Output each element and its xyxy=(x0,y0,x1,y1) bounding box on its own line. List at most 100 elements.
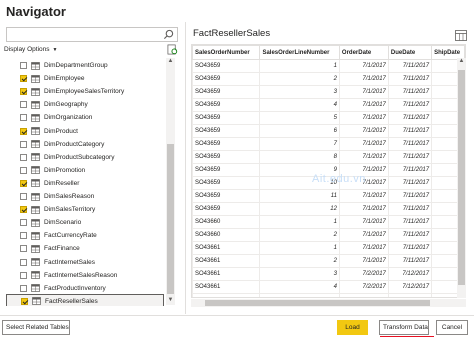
table-checkbox[interactable] xyxy=(20,258,27,266)
table-cell: SO43659 xyxy=(192,85,261,99)
table-cell: 1 xyxy=(259,59,340,73)
table-icon xyxy=(31,192,40,201)
table-icon xyxy=(31,140,40,148)
grid-hscroll-thumb[interactable] xyxy=(205,300,430,306)
table-checkbox[interactable] xyxy=(20,62,27,69)
table-checkbox[interactable] xyxy=(20,166,27,174)
scroll-up-arrow-icon[interactable]: ▲ xyxy=(457,58,466,64)
table-row: SO4366147/2/20177/12/20177/ xyxy=(192,280,465,294)
cancel-button[interactable]: Cancel xyxy=(436,320,468,335)
table-checkbox[interactable] xyxy=(20,179,27,187)
tree-item-label: DimDepartmentGroup xyxy=(44,62,108,69)
tree-item-label: DimOrganization xyxy=(44,114,93,122)
table-cell: SO43660 xyxy=(192,228,261,242)
tree-item-label: FactInternetSales xyxy=(44,258,95,266)
table-checkbox[interactable] xyxy=(20,206,27,214)
table-icon xyxy=(31,166,40,175)
tree-item-label: FactFinance xyxy=(44,245,80,253)
table-row: SO4366127/1/20177/11/20177/ xyxy=(192,254,465,268)
highlight-underline xyxy=(380,336,434,337)
table-cell: 7/1/2017 xyxy=(338,189,389,203)
table-row: SO4366027/1/20177/11/20177/ xyxy=(192,228,465,242)
grid-vscroll-thumb[interactable] xyxy=(458,70,465,285)
table-cell: SO43661 xyxy=(192,280,261,294)
table-cell: 12 xyxy=(259,202,340,216)
table-cell: 7/11/2017 xyxy=(387,189,433,203)
table-row: SO4366017/1/20177/11/20177/ xyxy=(192,215,465,229)
tree-item-label: FactInternetSalesReason xyxy=(44,271,118,279)
select-related-tables-button[interactable]: Select Related Tables xyxy=(2,320,70,335)
watermark: Ait.edu.vn xyxy=(312,173,366,185)
table-cell: SO43659 xyxy=(192,202,261,216)
table-checkbox[interactable] xyxy=(21,297,28,305)
tree-item-label: DimProductCategory xyxy=(44,140,105,148)
table-checkbox[interactable] xyxy=(20,153,27,161)
table-checkbox[interactable] xyxy=(20,88,27,96)
display-options-dropdown[interactable]: Display Options ▼ xyxy=(4,46,57,53)
search-input[interactable] xyxy=(6,27,178,42)
table-cell: 4 xyxy=(259,98,340,112)
table-checkbox[interactable] xyxy=(20,127,27,135)
scroll-down-arrow-icon[interactable]: ▼ xyxy=(166,297,175,303)
table-cell: 7/2/2017 xyxy=(338,293,389,297)
search-icon[interactable] xyxy=(163,29,174,40)
table-checkbox[interactable] xyxy=(20,245,27,253)
table-cell: 7/1/2017 xyxy=(338,124,389,138)
table-cell: 7/11/2017 xyxy=(387,150,433,164)
scroll-up-arrow-icon[interactable]: ▲ xyxy=(166,58,175,64)
table-checkbox[interactable] xyxy=(20,219,27,227)
table-cell: 1 xyxy=(259,241,340,255)
tree-item-label: DimProductSubcategory xyxy=(44,153,115,161)
table-cell: SO43659 xyxy=(192,72,261,86)
table-cell: SO43661 xyxy=(192,241,261,255)
table-cell: 7/11/2017 xyxy=(387,215,433,229)
table-checkbox[interactable] xyxy=(20,101,27,109)
tree-scrollbar[interactable]: ▲ ▼ xyxy=(166,58,175,305)
table-cell: 7/11/2017 xyxy=(387,202,433,216)
column-header[interactable]: DueDate xyxy=(387,45,433,60)
table-row: SO4366117/1/20177/11/20177/ xyxy=(192,241,465,255)
column-header[interactable]: SalesOrderNumber xyxy=(192,45,261,60)
table-cell: 7/11/2017 xyxy=(387,176,433,190)
table-icon xyxy=(32,297,41,306)
tree-scroll-thumb[interactable] xyxy=(167,144,174,294)
table-cell: 7 xyxy=(259,137,340,151)
tree-item[interactable]: FactResellerSales xyxy=(6,293,164,306)
table-checkbox[interactable] xyxy=(20,140,27,148)
table-cell: 2 xyxy=(259,228,340,242)
table-row: SO4365927/1/20177/11/20177/ xyxy=(192,72,465,86)
table-checkbox[interactable] xyxy=(20,75,27,83)
table-checkbox[interactable] xyxy=(20,232,27,240)
tree-item-label: FactResellerSales xyxy=(45,297,98,305)
table-row: SO4365987/1/20177/11/20177/ xyxy=(192,150,465,164)
table-cell: 7/1/2017 xyxy=(338,85,389,99)
transform-data-button[interactable]: Transform Data xyxy=(379,320,429,335)
table-cell: 7/11/2017 xyxy=(387,124,433,138)
table-icon xyxy=(31,87,40,96)
table-checkbox[interactable] xyxy=(20,193,27,200)
load-button[interactable]: Load xyxy=(337,320,368,335)
table-icon xyxy=(31,127,40,135)
refresh-icon[interactable] xyxy=(167,44,178,55)
column-header[interactable]: OrderDate xyxy=(338,45,389,60)
table-checkbox[interactable] xyxy=(20,271,27,279)
tree-item-label: DimSalesReason xyxy=(44,193,95,200)
table-icon xyxy=(31,153,40,162)
table-cell: 7/11/2017 xyxy=(387,163,433,177)
table-cell: 7/11/2017 xyxy=(387,228,433,242)
table-cell: 7/1/2017 xyxy=(338,111,389,125)
grid-horizontal-scrollbar[interactable] xyxy=(191,299,466,307)
preview-options-icon[interactable] xyxy=(455,30,467,41)
table-cell: 6 xyxy=(259,124,340,138)
table-cell: SO43659 xyxy=(192,124,261,138)
table-icon xyxy=(31,245,40,253)
table-checkbox[interactable] xyxy=(20,114,27,122)
grid-vertical-scrollbar[interactable]: ▲ xyxy=(457,58,466,298)
table-icon xyxy=(31,284,40,293)
tree-item-label: DimEmployee xyxy=(44,75,85,83)
table-icon xyxy=(31,114,40,122)
display-options-label: Display Options xyxy=(4,46,50,53)
table-cell: 7/11/2017 xyxy=(387,85,433,99)
column-header[interactable]: SalesOrderLineNumber xyxy=(259,45,340,60)
table-checkbox[interactable] xyxy=(20,284,27,292)
